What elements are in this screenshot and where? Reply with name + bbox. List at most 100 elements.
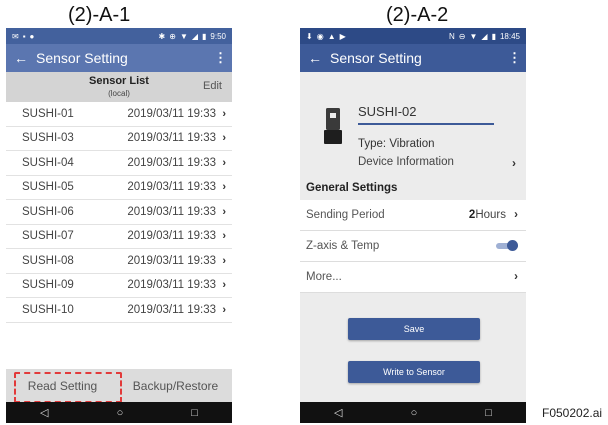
backup-restore-button[interactable]: Backup/Restore: [119, 379, 232, 393]
list-item[interactable]: SUSHI-05 2019/03/11 19:33 ›: [6, 176, 232, 200]
status-bar: ⬇ ◉ ▲ ▶ N ⊖ ▼ ◢ ▮ 18:45: [300, 28, 526, 44]
button-area: Save Write to Sensor: [300, 293, 526, 400]
sending-period-value: 2Hours: [469, 209, 506, 221]
z-axis-temp-toggle[interactable]: [496, 240, 518, 251]
chevron-right-icon: ›: [222, 156, 226, 169]
toggle-knob: [507, 240, 518, 251]
nav-home-icon[interactable]: ○: [117, 407, 124, 419]
wifi-icon: ▼: [179, 31, 188, 41]
back-arrow-icon[interactable]: ←: [14, 50, 30, 66]
nfc-icon: N: [449, 31, 455, 41]
more-row[interactable]: More... ›: [300, 262, 526, 293]
sensor-date: 2019/03/11 19:33: [127, 205, 216, 218]
sensor-date: 2019/03/11 19:33: [127, 156, 216, 169]
circle-icon: ●: [29, 31, 35, 41]
list-empty-space: [6, 323, 232, 369]
sensor-date: 2019/03/11 19:33: [127, 181, 216, 194]
list-item[interactable]: SUSHI-08 2019/03/11 19:33 ›: [6, 249, 232, 274]
sensor-date: 2019/03/11 19:33: [127, 279, 216, 292]
sensor-name: SUSHI-10: [22, 303, 74, 316]
status-time: 9:50: [210, 31, 226, 41]
app-title: Sensor Setting: [330, 50, 422, 66]
notification-icon: ▪: [22, 31, 26, 41]
signal-icon: ◢: [191, 31, 199, 41]
device-type: Type: Vibration: [358, 138, 435, 150]
message-icon: ✉: [12, 31, 19, 41]
edit-button[interactable]: Edit: [203, 80, 222, 92]
sync-icon: ⊕: [169, 31, 176, 41]
sending-period-unit: Hours: [475, 209, 506, 221]
wifi-icon: ▼: [469, 31, 478, 41]
chevron-right-icon: ›: [222, 254, 226, 267]
list-item[interactable]: SUSHI-10 2019/03/11 19:33 ›: [6, 298, 232, 323]
sensor-name: SUSHI-06: [22, 205, 74, 218]
app-bar: ← Sensor Setting ⋮: [6, 44, 232, 72]
download-icon: ⬇: [306, 31, 313, 41]
chevron-right-icon: ›: [222, 230, 226, 243]
circle-icon: ◉: [316, 31, 324, 41]
list-item[interactable]: SUSHI-04 2019/03/11 19:33 ›: [6, 151, 232, 176]
play-icon: ▶: [339, 31, 346, 41]
overflow-menu-icon[interactable]: ⋮: [214, 50, 227, 66]
save-button[interactable]: Save: [348, 318, 480, 340]
sync-icon: ⊖: [458, 31, 466, 41]
device-name-underline: [358, 123, 494, 125]
device-name-input[interactable]: SUSHI-02: [358, 104, 417, 119]
list-item[interactable]: SUSHI-01 2019/03/11 19:33 ›: [6, 102, 232, 127]
nav-recents-icon[interactable]: □: [191, 407, 198, 419]
list-item[interactable]: SUSHI-09 2019/03/11 19:33 ›: [6, 274, 232, 298]
sensor-name: SUSHI-03: [22, 132, 74, 145]
sensor-name: SUSHI-01: [22, 107, 74, 120]
more-label: More...: [306, 271, 342, 283]
sensor-name: SUSHI-04: [22, 156, 74, 169]
nav-back-icon[interactable]: ◁: [334, 406, 342, 419]
z-axis-temp-label: Z-axis & Temp: [306, 240, 380, 252]
nav-recents-icon[interactable]: □: [485, 407, 492, 419]
chevron-right-icon[interactable]: ›: [512, 156, 516, 170]
chevron-right-icon: ›: [222, 181, 226, 194]
list-item[interactable]: SUSHI-06 2019/03/11 19:33 ›: [6, 200, 232, 225]
chevron-right-icon: ›: [222, 303, 226, 316]
list-item[interactable]: SUSHI-03 2019/03/11 19:33 ›: [6, 127, 232, 151]
caption-right: (2)-A-2: [386, 4, 449, 26]
chevron-right-icon: ›: [222, 205, 226, 218]
sending-period-row[interactable]: Sending Period 2Hours ›: [300, 200, 526, 231]
sensor-date: 2019/03/11 19:33: [127, 132, 216, 145]
nav-bar: ◁ ○ □: [6, 402, 232, 423]
chevron-right-icon: ›: [514, 271, 518, 283]
write-to-sensor-button[interactable]: Write to Sensor: [348, 361, 480, 383]
list-item[interactable]: SUSHI-07 2019/03/11 19:33 ›: [6, 225, 232, 249]
sending-period-label: Sending Period: [306, 209, 385, 221]
nav-back-icon[interactable]: ◁: [40, 406, 48, 419]
z-axis-temp-row: Z-axis & Temp: [300, 231, 526, 262]
app-title: Sensor Setting: [36, 50, 128, 66]
sensor-date: 2019/03/11 19:33: [127, 254, 216, 267]
sensor-name: SUSHI-08: [22, 254, 74, 267]
list-title: Sensor List: [89, 75, 149, 87]
sensor-name: SUSHI-07: [22, 230, 74, 243]
list-subtitle: (local): [108, 89, 130, 98]
device-card: SUSHI-02 Type: Vibration Device Informat…: [300, 72, 526, 176]
phone-sensor-detail: ⬇ ◉ ▲ ▶ N ⊖ ▼ ◢ ▮ 18:45 ← Sensor Setting…: [300, 28, 526, 423]
status-time: 18:45: [499, 31, 520, 41]
chevron-right-icon: ›: [222, 279, 226, 292]
signal-icon: ◢: [481, 31, 488, 41]
bluetooth-icon: ✱: [158, 31, 166, 41]
chevron-right-icon: ›: [222, 132, 226, 145]
warning-icon: ▲: [327, 31, 336, 41]
nav-bar: ◁ ○ □: [300, 402, 526, 423]
device-information-link[interactable]: Device Information: [358, 156, 454, 168]
nav-home-icon[interactable]: ○: [411, 407, 418, 419]
sensor-name: SUSHI-09: [22, 279, 74, 292]
phone-sensor-list: ✉ ▪ ● ✱ ⊕ ▼ ◢ ▮ 9:50 ← Sensor Setting ⋮ …: [6, 28, 232, 423]
status-bar: ✉ ▪ ● ✱ ⊕ ▼ ◢ ▮ 9:50: [6, 28, 232, 44]
chevron-right-icon: ›: [514, 209, 518, 221]
sensor-date: 2019/03/11 19:33: [127, 303, 216, 316]
app-bar: ← Sensor Setting ⋮: [300, 44, 526, 72]
back-arrow-icon[interactable]: ←: [308, 50, 324, 66]
highlight-box: [14, 372, 122, 403]
general-settings-title: General Settings: [300, 176, 526, 200]
sensor-list: SUSHI-01 2019/03/11 19:33 › SUSHI-03 2019/0…: [6, 102, 232, 323]
caption-left: (2)-A-1: [68, 4, 131, 26]
overflow-menu-icon[interactable]: ⋮: [508, 50, 521, 66]
